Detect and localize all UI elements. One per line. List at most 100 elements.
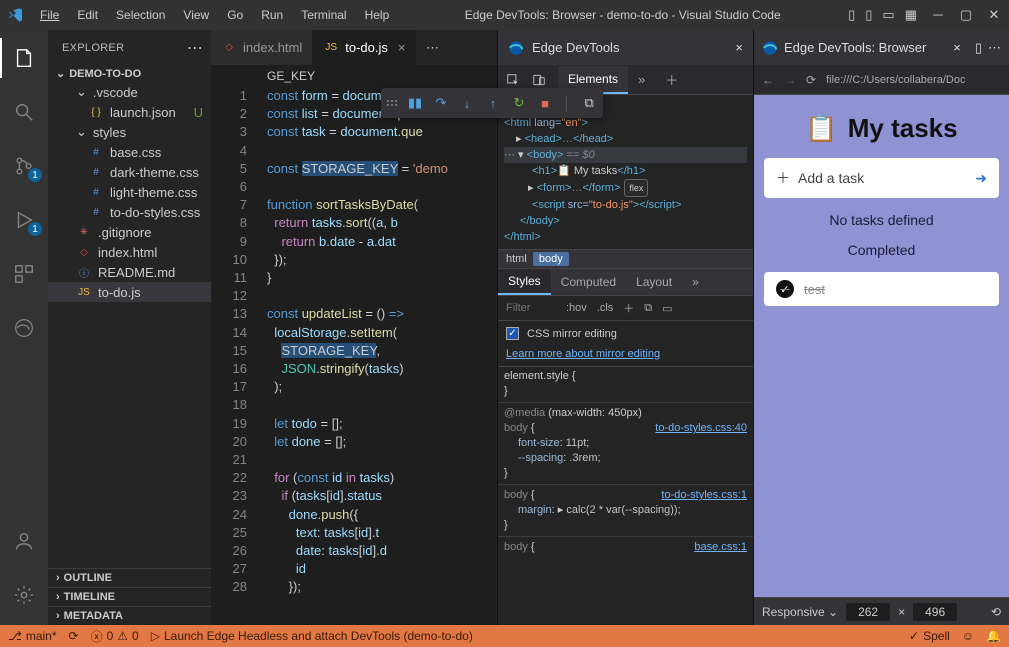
tab-overflow-icon[interactable]: ⋯	[416, 30, 448, 65]
cls-toggle[interactable]: .cls	[597, 302, 614, 314]
menu-selection[interactable]: Selection	[108, 4, 173, 26]
activity-scm[interactable]: 1	[0, 146, 48, 186]
folder-root[interactable]: ⌄DEMO-TO-DO	[48, 65, 211, 82]
nav-back-icon[interactable]: ←	[762, 73, 774, 87]
menu-run[interactable]: Run	[253, 4, 291, 26]
devtools-tab-close[interactable]: ×	[735, 40, 743, 55]
timeline-section[interactable]: ›TIMELINE	[48, 587, 211, 606]
tab-close-icon[interactable]: ×	[398, 40, 406, 55]
file-readme-md[interactable]: ⓘREADME.md	[48, 262, 211, 282]
activity-edge[interactable]	[0, 308, 48, 348]
css-link-3[interactable]: base.css:1	[694, 540, 747, 555]
menu-terminal[interactable]: Terminal	[293, 4, 354, 26]
explorer-more-icon[interactable]: ⋯	[187, 38, 203, 58]
tab-todo-js[interactable]: JSto-do.js×	[313, 30, 416, 65]
debug-toolbar[interactable]: ▮▮ ↷ ↓ ↑ ↻ ■ │ ⧉	[381, 88, 603, 118]
menu-edit[interactable]: Edit	[69, 4, 106, 26]
activity-search[interactable]	[0, 92, 48, 132]
status-feedback-icon[interactable]: ☺	[962, 629, 974, 643]
file-todo-styles-css[interactable]: #to-do-styles.css	[48, 202, 211, 222]
status-spell[interactable]: ✓ Spell	[909, 629, 950, 643]
rotate-icon[interactable]: ⟲	[991, 605, 1001, 619]
metadata-section[interactable]: ›METADATA	[48, 606, 211, 625]
layout-side-icon[interactable]: ▯	[848, 7, 855, 23]
file-index-html[interactable]: ◇index.html	[48, 242, 211, 262]
computed-subtab[interactable]: Computed	[551, 270, 626, 294]
browser-more-icon[interactable]: ⋯	[988, 40, 1001, 56]
menu-view[interactable]: View	[175, 4, 217, 26]
devtools-new-tab[interactable]: ＋	[655, 64, 688, 95]
styles-pane[interactable]: element.style { } @media (max-width: 450…	[498, 367, 753, 625]
run-badge: 1	[28, 222, 42, 236]
tab-index-html[interactable]: ◇index.html	[211, 30, 313, 65]
viewport-width[interactable]: 262	[846, 603, 890, 621]
browser-tab-close[interactable]: ×	[953, 40, 961, 55]
activity-extensions[interactable]	[0, 254, 48, 294]
css-mirror-checkbox[interactable]: ✓	[506, 327, 519, 340]
file-launch-json[interactable]: { }launch.jsonU	[48, 102, 211, 122]
layout-grid-icon[interactable]: ▦	[905, 7, 917, 23]
close-button[interactable]: ✕	[987, 7, 1001, 23]
styles-subtab[interactable]: Styles	[498, 269, 551, 295]
responsive-dropdown[interactable]: Responsive ⌄	[762, 605, 838, 619]
debug-pause-icon[interactable]: ▮▮	[407, 95, 423, 111]
dom-crumbs[interactable]: html body	[498, 249, 753, 269]
debug-stepin-icon[interactable]: ↓	[459, 95, 475, 111]
debug-restart-icon[interactable]: ↻	[511, 95, 527, 111]
panel-icon[interactable]: ▭	[662, 302, 672, 315]
debug-stop-icon[interactable]: ■	[537, 95, 553, 111]
css-link-1[interactable]: to-do-styles.css:40	[655, 421, 747, 436]
breadcrumb[interactable]: GE_KEY	[211, 65, 497, 83]
outline-section[interactable]: ›OUTLINE	[48, 568, 211, 587]
status-bell-icon[interactable]: 🔔	[986, 629, 1001, 643]
activity-explorer[interactable]	[0, 38, 48, 78]
css-link-2[interactable]: to-do-styles.css:1	[661, 488, 747, 503]
folder-vscode[interactable]: ⌄.vscode	[48, 82, 211, 102]
nav-reload-icon[interactable]: ⟳	[806, 73, 816, 87]
debug-drag-handle[interactable]	[387, 100, 397, 106]
file-gitignore[interactable]: ✳.gitignore	[48, 222, 211, 242]
folder-styles[interactable]: ⌄styles	[48, 122, 211, 142]
menu-go[interactable]: Go	[219, 4, 251, 26]
debug-stepout-icon[interactable]: ↑	[485, 95, 501, 111]
submit-arrow-icon[interactable]: ➜	[975, 170, 987, 187]
activity-accounts[interactable]	[0, 521, 48, 561]
maximize-button[interactable]: ▢	[959, 7, 973, 23]
hov-toggle[interactable]: :hov	[566, 302, 587, 314]
subtab-more[interactable]: »	[682, 270, 709, 294]
status-sync[interactable]: ⟳	[69, 629, 79, 643]
debug-stepover-icon[interactable]: ↷	[433, 95, 449, 111]
status-branch[interactable]: ⎇ main*	[8, 629, 57, 643]
nav-fwd-icon[interactable]: →	[784, 73, 796, 87]
css-mirror-link[interactable]: Learn more about mirror editing	[506, 348, 660, 360]
menu-help[interactable]: Help	[357, 4, 398, 26]
styles-filter-input[interactable]	[506, 302, 556, 314]
completed-task-item[interactable]: ✓ test	[764, 272, 999, 306]
layout-bottom-icon[interactable]: ▯	[865, 7, 872, 23]
add-task-card[interactable]: ＋Add a task ➜	[764, 158, 999, 198]
new-rule-icon[interactable]: ＋	[623, 300, 634, 316]
status-launch[interactable]: ▷ Launch Edge Headless and attach DevToo…	[151, 629, 473, 643]
menu-file[interactable]: File	[32, 4, 67, 26]
file-dark-css[interactable]: #dark-theme.css	[48, 162, 211, 182]
file-light-css[interactable]: #light-theme.css	[48, 182, 211, 202]
status-problems[interactable]: ⓧ 0 ⚠ 0	[91, 628, 139, 645]
layout-right-icon[interactable]: ▭	[882, 7, 894, 23]
device-icon[interactable]	[532, 73, 546, 87]
address-bar[interactable]: file:///C:/Users/collabera/Doc	[826, 74, 1001, 86]
debug-screencast-icon[interactable]: ⧉	[581, 95, 597, 111]
code-editor[interactable]: const form = document.que const list = d…	[259, 83, 497, 625]
activity-run[interactable]: 1	[0, 200, 48, 240]
edge-icon	[508, 40, 524, 56]
dom-tree[interactable]: <!DOCTYPE html> <html lang="en"> ▸ <head…	[498, 95, 753, 249]
minimize-button[interactable]: ─	[931, 7, 945, 23]
file-todo-js[interactable]: JSto-do.js	[48, 282, 211, 302]
layout-subtab[interactable]: Layout	[626, 270, 682, 294]
activity-settings[interactable]	[0, 575, 48, 615]
viewport-height[interactable]: 496	[913, 603, 957, 621]
file-base-css[interactable]: #base.css	[48, 142, 211, 162]
inspect-icon[interactable]	[506, 73, 520, 87]
split-icon[interactable]: ▯	[975, 40, 982, 56]
devtools-more-tabs[interactable]: »	[628, 66, 655, 93]
device-mode-icon[interactable]: ⧉	[644, 302, 652, 315]
